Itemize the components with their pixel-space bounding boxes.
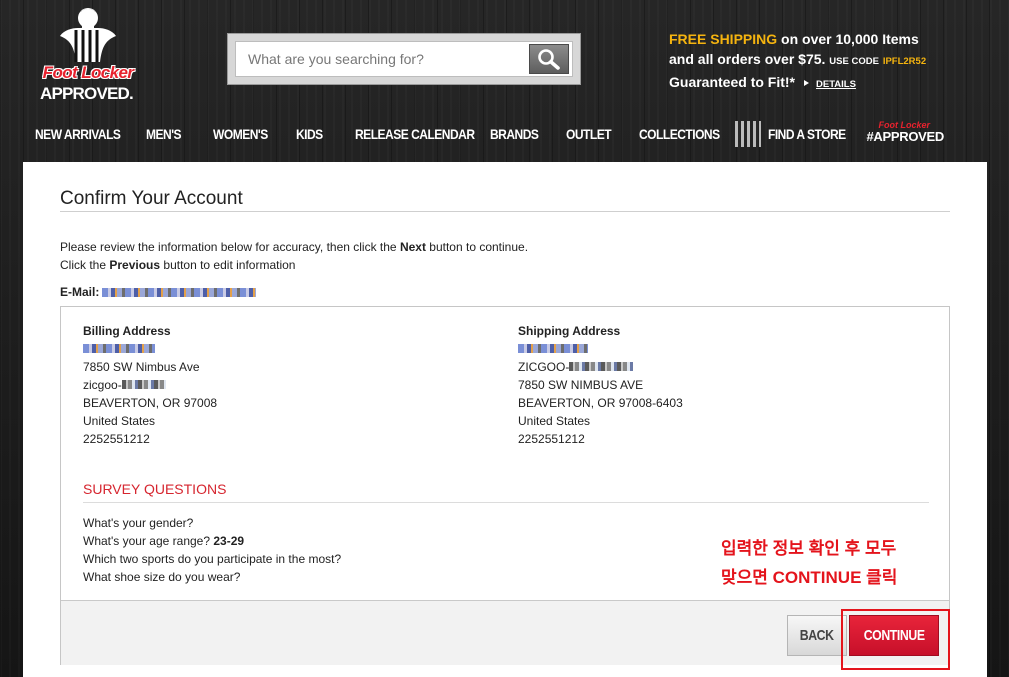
shipping-city: BEAVERTON, OR 97008-6403 [518,396,683,410]
referee-logo-icon [60,8,116,62]
intro-next-word: Next [399,240,426,254]
logo-approved-text: APPROVED. [40,84,134,103]
billing-city: BEAVERTON, OR 97008 [83,396,218,410]
billing-country: United States [83,414,156,428]
survey-q4: What shoe size do you wear? [83,570,241,584]
survey-q1: What's your gender? [83,516,194,530]
survey-title: SURVEY QUESTIONS [83,481,227,497]
survey-q3: Which two sports do you participate in t… [83,552,342,566]
shipping-name-redacted [518,344,588,353]
nav-new-arrivals[interactable]: NEW ARRIVALS [35,126,121,142]
search-button[interactable] [529,44,569,74]
use-code-label: USE CODE [829,56,879,67]
billing-address: Billing Address 7850 SW Nimbus Ave zicgo… [83,322,217,448]
annotation-line1: 입력한 정보 확인 후 모두 [721,539,897,558]
email-redacted [102,287,257,297]
nav-womens[interactable]: WOMEN'S [213,126,268,142]
search-field-frame [235,41,573,77]
nav-release-calendar[interactable]: RELEASE CALENDAR [355,126,475,142]
email-row: E-Mail: [60,285,257,299]
logo-brand-text: Foot Locker [42,63,134,82]
nav-collections[interactable]: COLLECTIONS [639,126,720,142]
shipping-phone: 2252551212 [518,432,585,446]
account-summary-box: Billing Address 7850 SW Nimbus Ave zicgo… [60,306,950,670]
billing-line3-redacted [121,380,166,389]
billing-line3-prefix: zicgoo- [83,378,122,392]
intro-text-2a: Click the [60,258,110,272]
survey-divider [83,502,929,503]
main-nav: NEW ARRIVALS MEN'S WOMEN'S KIDS RELEASE … [0,120,1009,152]
annotation-line2: 맞으면 CONTINUE 클릭 [721,568,898,587]
promo-line1: on over 10,000 Items [777,31,919,47]
approved-hashtag: #APPROVED [866,129,945,144]
shipping-line2-prefix: ZICGOO- [518,360,570,374]
shipping-country: United States [518,414,591,428]
content-panel: Confirm Your Account Please review the i… [23,162,987,677]
search-input[interactable] [236,42,529,76]
stripes-icon [735,121,761,147]
email-label: E-Mail: [60,285,100,299]
survey-answers: What's your gender? What's your age rang… [83,514,341,586]
intro-text-2c: button to edit information [160,258,296,272]
promo-line3: Guaranteed to Fit!* [669,74,796,90]
details-link[interactable]: DETAILS [816,79,856,90]
nav-find-a-store[interactable]: FIND A STORE [734,120,858,148]
nav-brands[interactable]: BRANDS [490,126,539,142]
foot-locker-logo[interactable]: Foot Locker APPROVED. [28,6,148,103]
billing-phone: 2252551212 [83,432,150,446]
magnifier-icon [538,49,560,70]
back-button-label: BACK [800,627,834,644]
intro-previous-word: Previous [109,258,161,272]
billing-name-redacted [83,344,155,353]
search-bar [227,33,581,85]
shipping-heading: Shipping Address [518,324,621,338]
billing-heading: Billing Address [83,324,171,338]
nav-mens[interactable]: MEN'S [146,126,182,142]
nav-outlet[interactable]: OUTLET [566,126,612,142]
annotation-highlight-box [841,609,950,670]
shipping-street: 7850 SW NIMBUS AVE [518,378,644,392]
free-shipping-label: FREE SHIPPING [669,31,778,47]
survey-q2: What's your age range? [83,534,211,548]
nav-kids[interactable]: KIDS [296,126,323,142]
title-divider [60,211,950,212]
billing-street: 7850 SW Nimbus Ave [83,360,200,374]
korean-annotation: 입력한 정보 확인 후 모두 맞으면 CONTINUE 클릭 [721,534,897,592]
page-title: Confirm Your Account [60,188,243,209]
promo-code: IPFL2R52 [882,56,927,67]
nav-approved[interactable]: Foot Locker #APPROVED [864,120,945,144]
play-arrow-icon [804,80,810,86]
promo-line2: and all orders over $75. [669,51,826,67]
intro-text: Please review the information below for … [60,238,528,274]
intro-text-1a: Please review the information below for … [60,240,400,254]
intro-text-1c: button to continue. [425,240,529,254]
shipping-promo: FREE SHIPPING on over 10,000 Items and a… [669,29,926,95]
shipping-line2-redacted [569,362,634,371]
survey-q2-answer: 23-29 [213,534,245,548]
back-button[interactable]: BACK [787,615,847,656]
find-store-label: FIND A STORE [768,126,846,142]
shipping-address: Shipping Address ZICGOO- 7850 SW NIMBUS … [518,322,683,448]
action-bar: BACK CONTINUE [61,600,950,670]
